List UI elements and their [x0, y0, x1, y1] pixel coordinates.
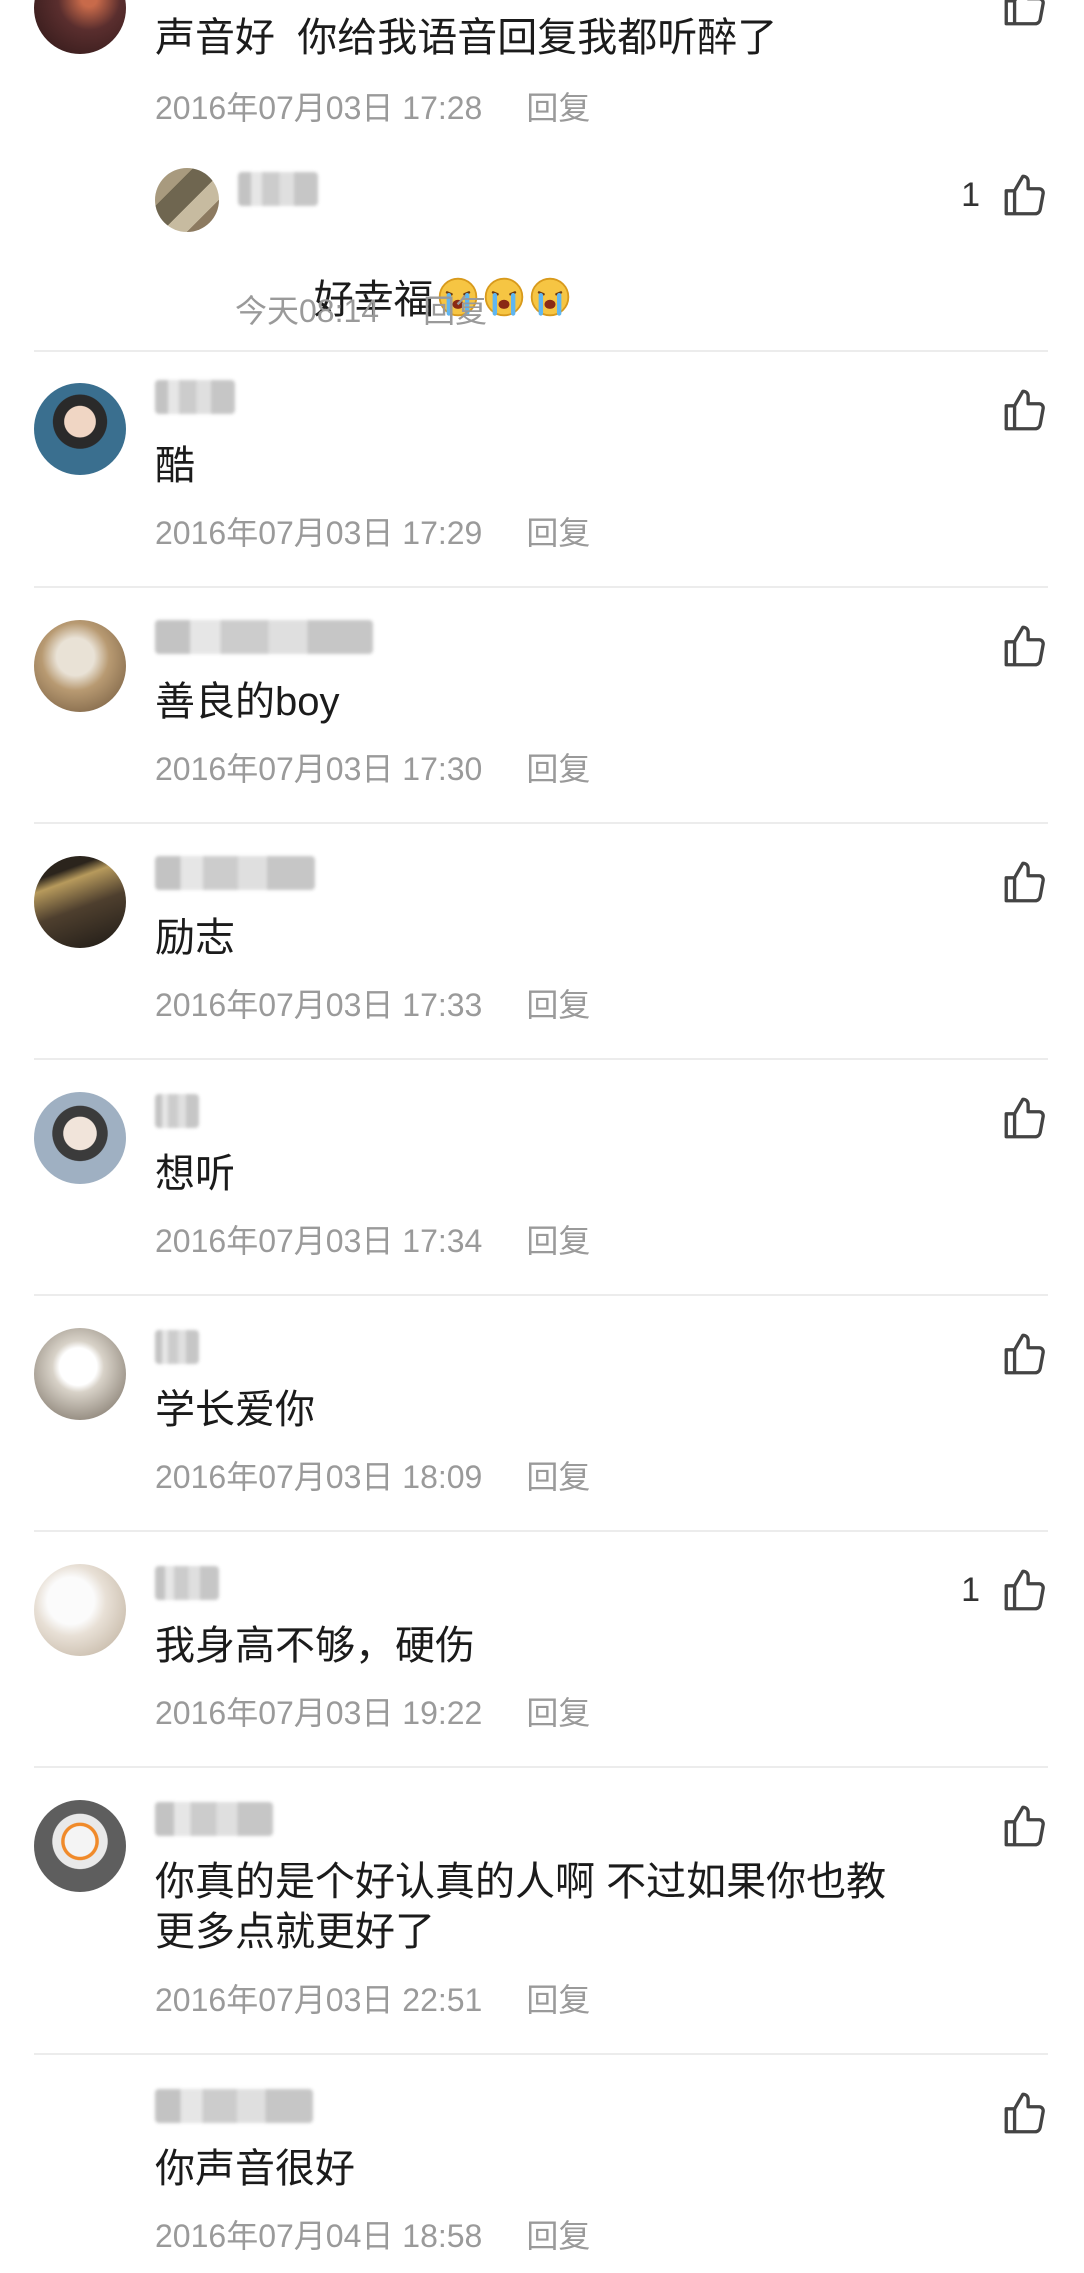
username-blurred — [238, 172, 318, 206]
thumbs-up-icon — [1004, 861, 1045, 903]
username-blurred — [155, 2089, 313, 2123]
like-button[interactable] — [980, 621, 1050, 671]
avatar[interactable] — [34, 383, 126, 475]
comment-date: 2016年07月03日 17:34 — [155, 1223, 483, 1259]
avatar[interactable] — [34, 1328, 126, 1420]
username-blurred — [155, 1802, 273, 1836]
username-blurred — [155, 380, 235, 414]
like-button[interactable] — [980, 1329, 1050, 1379]
comment-text: 学长爱你 — [155, 1388, 315, 1432]
reply-button[interactable]: 回复 — [526, 751, 590, 787]
crying-face-icon — [530, 277, 569, 317]
avatar[interactable] — [34, 620, 126, 712]
thumbs-up-icon — [1004, 2092, 1045, 2134]
username-blurred — [155, 1094, 199, 1128]
like-button[interactable] — [980, 857, 1050, 907]
thumbs-up-icon — [1004, 389, 1045, 431]
like-button[interactable]: 1 — [961, 1565, 1050, 1615]
comment-date: 2016年07月04日 18:58 — [155, 2218, 483, 2254]
thumbs-up-icon — [1004, 174, 1045, 216]
reply-button[interactable]: 回复 — [526, 90, 590, 126]
comment-meta: 2016年07月03日 17:34 回复 — [155, 1221, 590, 1261]
avatar[interactable] — [34, 856, 126, 948]
divider — [34, 1058, 1048, 1060]
comment-meta: 2016年07月04日 18:58 回复 — [155, 2216, 590, 2256]
thumbs-up-icon — [1004, 1097, 1045, 1139]
thumbs-up-icon — [1004, 0, 1045, 26]
thumbs-up-icon — [1004, 1333, 1045, 1375]
comment-date: 2016年07月03日 18:09 — [155, 1459, 483, 1495]
avatar[interactable] — [34, 1092, 126, 1184]
thumbs-up-icon — [1004, 625, 1045, 667]
crying-face-icon — [484, 277, 523, 317]
comment-text: 善良的boy — [155, 680, 340, 724]
reply-button[interactable]: 回复 — [526, 1459, 590, 1495]
avatar[interactable] — [34, 0, 126, 54]
thumbs-up-icon — [1004, 1805, 1045, 1847]
comment-meta: 2016年07月03日 22:51 回复 — [155, 1980, 590, 2020]
reply-button[interactable]: 回复 — [526, 1223, 590, 1259]
divider — [34, 822, 1048, 824]
avatar[interactable] — [34, 1564, 126, 1656]
like-button[interactable] — [980, 385, 1050, 435]
comment-date: 2016年07月03日 19:22 — [155, 1695, 483, 1731]
reply-button[interactable]: 回复 — [423, 293, 487, 329]
username-blurred — [155, 856, 315, 890]
divider — [34, 1766, 1048, 1768]
avatar[interactable] — [155, 168, 219, 232]
reply-button[interactable]: 回复 — [526, 1695, 590, 1731]
comment-text: 声音好 你给我语音回复我都听醉了 — [155, 16, 778, 60]
like-button[interactable] — [980, 1801, 1050, 1851]
comment-date: 2016年07月03日 17:33 — [155, 987, 483, 1023]
comment-meta: 2016年07月03日 17:30 回复 — [155, 749, 590, 789]
like-count: 1 — [961, 175, 980, 214]
username-blurred — [155, 620, 373, 654]
comment-date: 2016年07月03日 22:51 — [155, 1982, 483, 2018]
reply-button[interactable]: 回复 — [526, 987, 590, 1023]
comment-text: 励志 — [155, 916, 235, 960]
comment-date: 2016年07月03日 17:29 — [155, 515, 483, 551]
username-blurred — [155, 1566, 219, 1600]
reply-button[interactable]: 回复 — [526, 515, 590, 551]
divider — [34, 350, 1048, 352]
comment-meta: 2016年07月03日 17:29 回复 — [155, 513, 590, 553]
like-button[interactable] — [980, 1093, 1050, 1143]
like-button[interactable] — [980, 0, 1050, 30]
like-button[interactable] — [980, 2088, 1050, 2138]
like-button[interactable]: 1 — [961, 170, 1050, 220]
comment-text: 你真的是个好认真的人啊 不过如果你也教 更多点就更好了 — [155, 1860, 887, 1954]
divider — [34, 1530, 1048, 1532]
comment-text: 酷 — [155, 444, 195, 488]
comment-text: 你声音很好 — [155, 2147, 355, 2191]
reply-button[interactable]: 回复 — [526, 1982, 590, 2018]
comment-meta: 2016年07月03日 18:09 回复 — [155, 1457, 590, 1497]
comment-meta: 2016年07月03日 17:28 回复 — [155, 88, 590, 128]
avatar[interactable] — [34, 2087, 126, 2179]
comment-text: 想听 — [155, 1152, 235, 1196]
thumbs-up-icon — [1004, 1569, 1045, 1611]
comment-date: 2016年07月03日 17:30 — [155, 751, 483, 787]
username-blurred — [155, 1330, 199, 1364]
divider — [34, 1294, 1048, 1296]
like-count: 1 — [961, 1570, 980, 1609]
comment-date: 2016年07月03日 17:28 — [155, 90, 483, 126]
reply-button[interactable]: 回复 — [526, 2218, 590, 2254]
avatar[interactable] — [34, 1800, 126, 1892]
comment-date: 今天08:14 — [235, 293, 380, 329]
comment-text: 我身高不够，硬伤 — [155, 1624, 475, 1668]
divider — [34, 2053, 1048, 2055]
comment-meta: 2016年07月03日 17:33 回复 — [155, 985, 590, 1025]
divider — [34, 586, 1048, 588]
comment-meta: 今天08:14 回复 — [235, 291, 487, 331]
comment-meta: 2016年07月03日 19:22 回复 — [155, 1693, 590, 1733]
